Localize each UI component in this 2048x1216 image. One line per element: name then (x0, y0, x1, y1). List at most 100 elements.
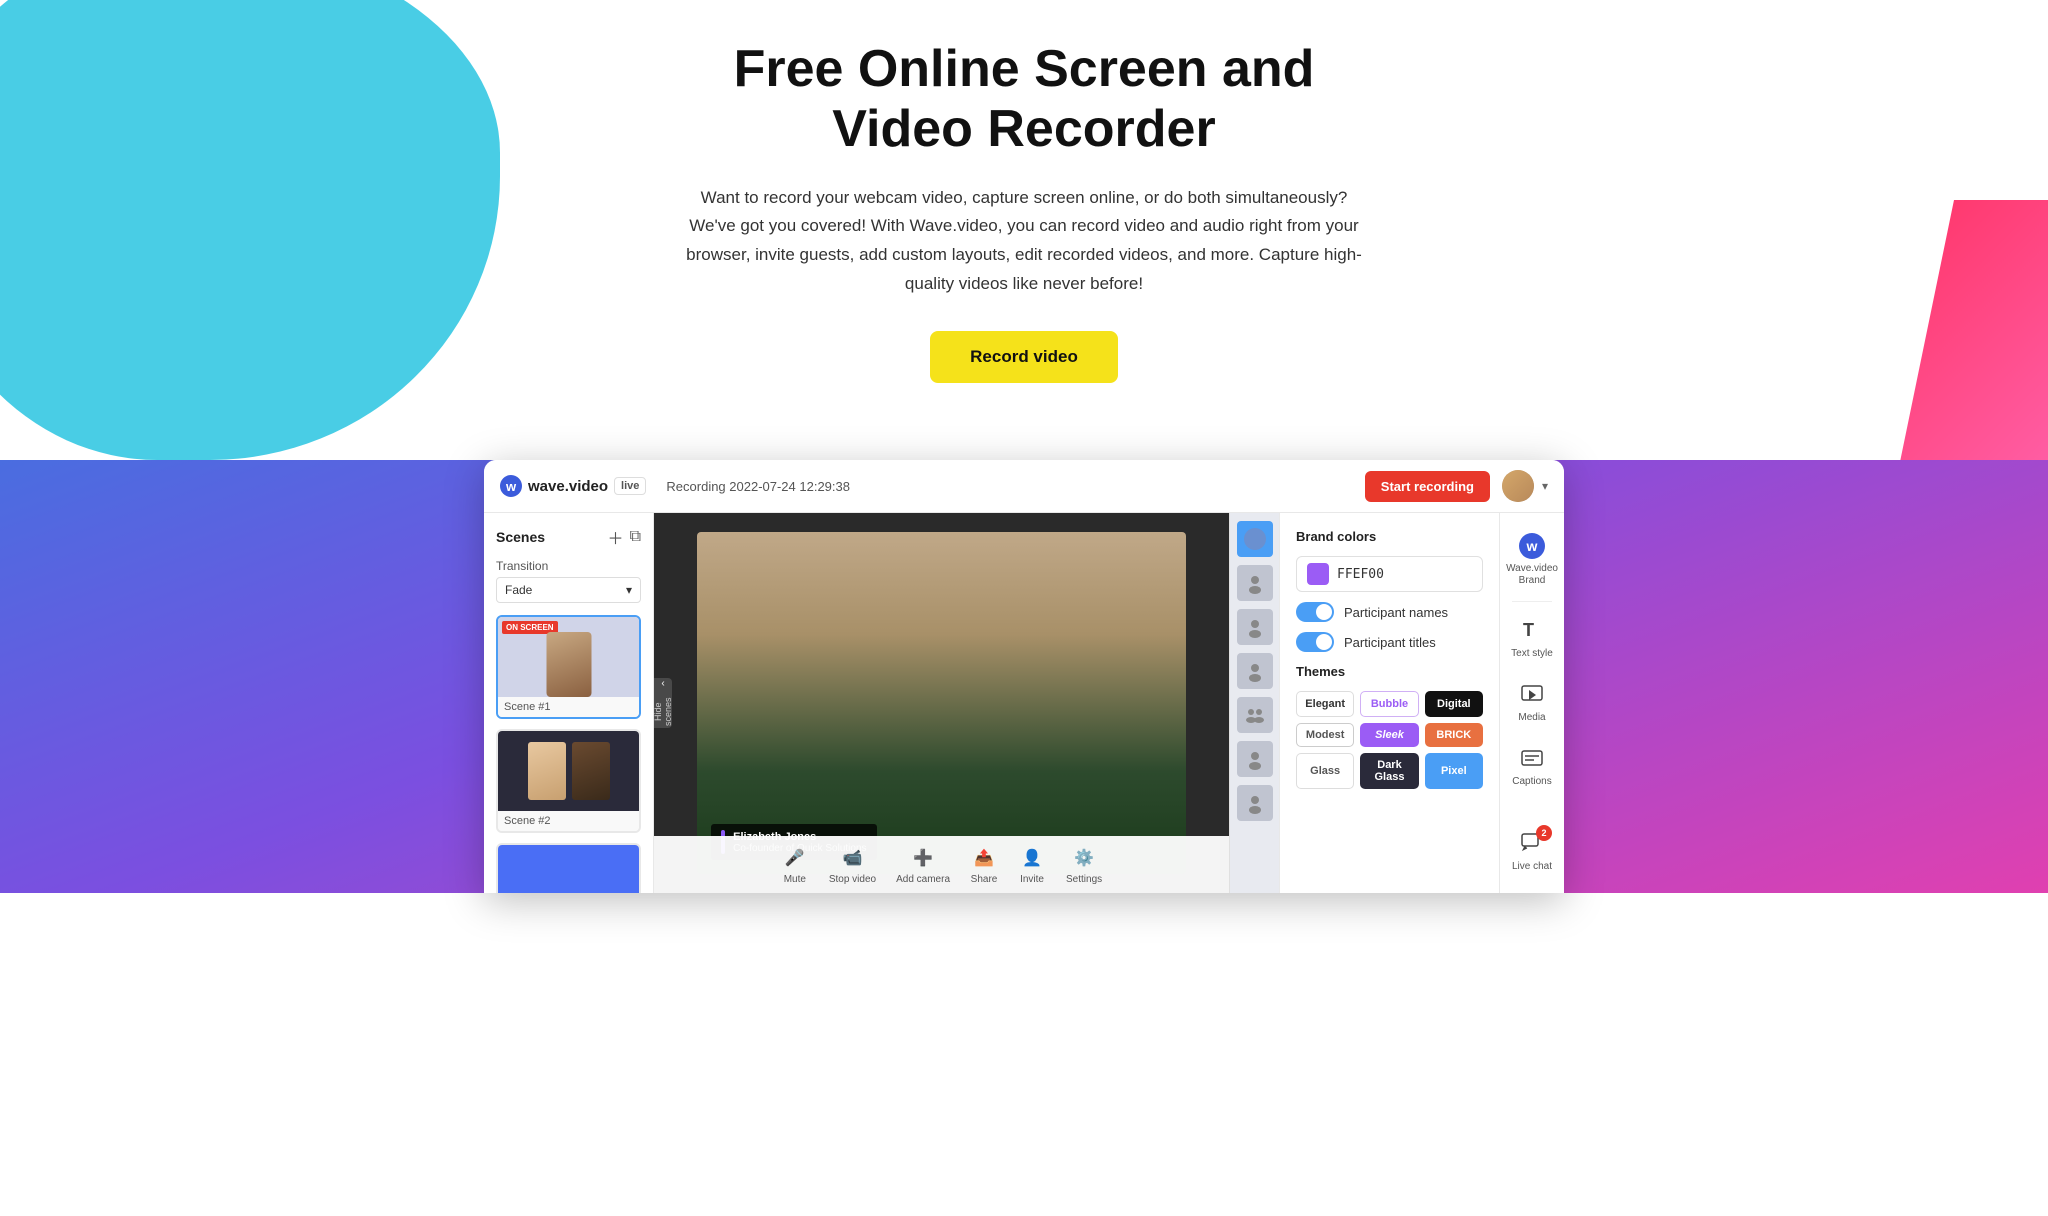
scenes-panel: Scenes ＋ ⧉ Transition Fade ▾ ON SCREEN (484, 513, 654, 893)
participant-slot-3[interactable] (1237, 609, 1273, 645)
scene-card-1[interactable]: ON SCREEN Scene #1 (496, 615, 641, 719)
person-icon (1244, 660, 1266, 682)
people-icon (1244, 704, 1266, 726)
wave-w-icon: w (1527, 538, 1538, 554)
scene1-label: Scene #1 (498, 697, 639, 717)
chevron-down-icon: ▾ (626, 583, 632, 597)
video-area: ‹ Hide scenes Elizabeth Jones Co-founder… (654, 513, 1229, 893)
invite-icon: 👤 (1018, 844, 1046, 872)
add-scene-button[interactable]: ＋ (608, 525, 624, 549)
hide-scenes-label: Hide scenes (653, 695, 673, 728)
invite-control[interactable]: 👤 Invite (1018, 844, 1046, 885)
theme-brick-button[interactable]: BRICK (1425, 723, 1483, 747)
app-name-label: wave.video (528, 478, 608, 495)
record-video-button[interactable]: Record video (930, 331, 1118, 383)
start-recording-button[interactable]: Start recording (1365, 471, 1490, 502)
app-logo: w wave.video live (500, 475, 646, 497)
participant-slot-1[interactable] (1237, 521, 1273, 557)
theme-elegant-button[interactable]: Elegant (1296, 691, 1354, 717)
settings-control[interactable]: ⚙️ Settings (1066, 844, 1102, 885)
participants-sidebar (1229, 513, 1279, 893)
add-camera-label: Add camera (896, 874, 950, 885)
text-style-tool[interactable]: T Text style (1503, 608, 1561, 668)
mute-label: Mute (784, 874, 806, 885)
theme-bubble-button[interactable]: Bubble (1360, 691, 1418, 717)
participant-slot-4[interactable] (1237, 653, 1273, 689)
avatar-image (1502, 470, 1534, 502)
video-controls: 🎤 Mute 📹 Stop video ➕ Add camera 📤 Share (654, 836, 1229, 893)
add-camera-icon: ➕ (909, 844, 937, 872)
media-tool[interactable]: Media (1503, 672, 1561, 732)
scene1-person (546, 632, 591, 697)
theme-digital-button[interactable]: Digital (1425, 691, 1483, 717)
participant-slot-7[interactable] (1237, 785, 1273, 821)
theme-pixel-button[interactable]: Pixel (1425, 753, 1483, 789)
media-tool-label: Media (1518, 712, 1545, 724)
hero-section: Free Online Screen and Video Recorder Wa… (0, 0, 2048, 460)
captions-tool[interactable]: Captions (1503, 736, 1561, 796)
chevron-down-icon[interactable]: ▾ (1542, 479, 1548, 493)
participant-slot-5[interactable] (1237, 697, 1273, 733)
participant-names-label: Participant names (1344, 605, 1448, 620)
participant-titles-toggle[interactable] (1296, 632, 1334, 652)
participant-names-toggle[interactable] (1296, 602, 1334, 622)
share-label: Share (971, 874, 998, 885)
transition-label: Transition (496, 559, 641, 573)
brand-panel: Brand colors FFEF00 Participant names Pa… (1279, 513, 1499, 893)
notification-badge: 2 (1536, 825, 1552, 841)
transition-select[interactable]: Fade ▾ (496, 577, 641, 603)
participant-slot-2[interactable] (1237, 565, 1273, 601)
scene2-person2 (572, 742, 610, 800)
color-swatch (1307, 563, 1329, 585)
participant-slot-6[interactable] (1237, 741, 1273, 777)
live-badge: live (614, 477, 646, 495)
wave-logo-icon: w (1519, 533, 1545, 559)
hero-description: Want to record your webcam video, captur… (684, 184, 1364, 300)
duplicate-scene-button[interactable]: ⧉ (630, 525, 641, 549)
scene3-thumbnail (498, 845, 639, 893)
live-chat-tool[interactable]: 2 Live chat (1503, 821, 1561, 881)
settings-icon: ⚙️ (1070, 844, 1098, 872)
logo-icon: w (500, 475, 522, 497)
text-style-icon: T (1518, 616, 1546, 644)
app-body: Scenes ＋ ⧉ Transition Fade ▾ ON SCREEN (484, 513, 1564, 893)
share-control[interactable]: 📤 Share (970, 844, 998, 885)
hero-title: Free Online Screen and Video Recorder (634, 40, 1414, 160)
scene2-person1 (528, 742, 566, 800)
mute-control[interactable]: 🎤 Mute (781, 844, 809, 885)
person-icon (1244, 748, 1266, 770)
video-feed (697, 532, 1186, 874)
scene2-thumbnail (498, 731, 639, 811)
user-avatar (1502, 470, 1534, 502)
wave-brand-tool[interactable]: w Wave.video Brand (1503, 525, 1561, 595)
scenes-title: Scenes (496, 529, 545, 545)
microphone-icon: 🎤 (781, 844, 809, 872)
theme-glass-button[interactable]: Glass (1296, 753, 1354, 789)
scene-card-3[interactable] (496, 843, 641, 893)
captions-icon (1518, 744, 1546, 772)
hero-content: Free Online Screen and Video Recorder Wa… (20, 40, 2028, 383)
theme-dark-glass-button[interactable]: Dark Glass (1360, 753, 1418, 789)
main-video: Elizabeth Jones Co-founder of Quick Solu… (697, 532, 1186, 874)
add-camera-control[interactable]: ➕ Add camera (896, 844, 950, 885)
app-topbar: w wave.video live Recording 2022-07-24 1… (484, 460, 1564, 513)
scenes-header: Scenes ＋ ⧉ (496, 525, 641, 549)
participant-titles-label: Participant titles (1344, 635, 1436, 650)
theme-sleek-button[interactable]: Sleek (1360, 723, 1418, 747)
brand-tool-label: Wave.video Brand (1506, 563, 1558, 587)
app-section: w wave.video live Recording 2022-07-24 1… (0, 460, 2048, 893)
scene2-label: Scene #2 (498, 811, 639, 831)
participant-1-icon (1244, 528, 1266, 550)
stop-video-label: Stop video (829, 874, 876, 885)
chevron-left-icon: ‹ (661, 678, 664, 689)
themes-title: Themes (1296, 664, 1483, 679)
hide-scenes-button[interactable]: ‹ Hide scenes (654, 678, 672, 728)
scene-card-2[interactable]: Scene #2 (496, 729, 641, 833)
scene1-thumbnail: ON SCREEN (498, 617, 639, 697)
share-icon: 📤 (970, 844, 998, 872)
text-style-label: Text style (1511, 648, 1553, 660)
person-icon (1244, 572, 1266, 594)
stop-video-control[interactable]: 📹 Stop video (829, 844, 876, 885)
themes-grid: Elegant Bubble Digital Modest Sleek BRIC… (1296, 691, 1483, 789)
theme-modest-button[interactable]: Modest (1296, 723, 1354, 747)
